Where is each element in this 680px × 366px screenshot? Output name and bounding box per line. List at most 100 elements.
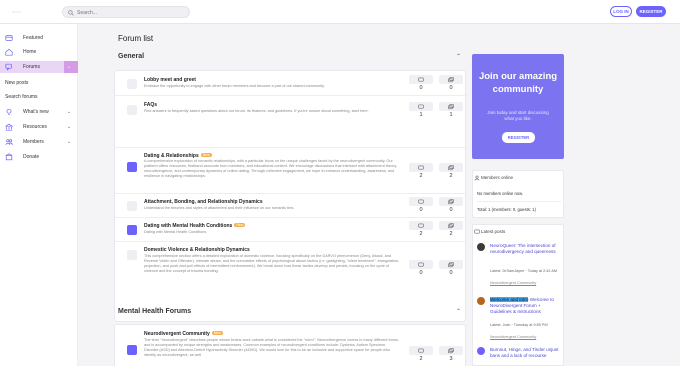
threads-stat: 1: [409, 102, 433, 121]
messages-icon: [448, 347, 454, 353]
threads-stat: 2: [409, 221, 433, 240]
search-icon: [68, 9, 74, 16]
login-button[interactable]: LOG IN: [610, 6, 632, 17]
chevron-up-icon[interactable]: ⌃: [456, 308, 461, 315]
threads-icon: [418, 223, 424, 227]
search-bar[interactable]: [62, 6, 190, 18]
sidebar-item-label: Resources: [23, 124, 47, 130]
forum-row-dating[interactable]: Dating & Relationships New A comprehensiv…: [115, 147, 467, 193]
post-prefix-label: Welcome and Intro: [490, 297, 529, 302]
messages-stat-box: [439, 346, 463, 355]
register-button[interactable]: REGISTER: [636, 6, 666, 17]
join-community-promo: Join our amazing community Join today an…: [472, 54, 564, 159]
promo-register-button[interactable]: REGISTER: [502, 132, 535, 143]
sidebar-item-forums[interactable]: Forums ⌄: [0, 61, 78, 73]
search-input[interactable]: [77, 8, 187, 17]
forum-row-mental-health[interactable]: Dating with Mental Health Conditions New …: [115, 217, 467, 241]
forum-title-text[interactable]: Neurodivergent Community: [144, 331, 210, 337]
threads-stat: 0: [409, 75, 433, 94]
widget-title: Latest posts: [481, 229, 506, 234]
forum-row-attachment[interactable]: Attachment, Bonding, and Relationship Dy…: [115, 193, 467, 217]
threads-count: 0: [419, 85, 423, 91]
sidebar-item-featured[interactable]: Featured: [0, 32, 78, 44]
section-title-general: General: [118, 53, 145, 60]
sidebar-item-label: New posts: [5, 80, 29, 86]
messages-icon: [448, 103, 454, 109]
forum-description: Understand the theories and styles of at…: [144, 206, 295, 210]
sidebar-item-search-forums[interactable]: Search forums: [0, 91, 78, 103]
forum-icon-new: [127, 345, 137, 355]
threads-icon: [418, 348, 424, 352]
messages-count: 0: [449, 207, 453, 213]
forum-title[interactable]: Dating with Mental Health Conditions New: [144, 223, 246, 229]
post-forum-link[interactable]: Neurodivergent Community: [490, 335, 536, 339]
messages-stat: 1: [439, 102, 463, 121]
sidebar-item-whats-new[interactable]: What's new ⌄: [0, 106, 78, 118]
post-title[interactable]: NeuroQueer: The intersection of neurodiv…: [490, 243, 562, 255]
avatar[interactable]: [477, 297, 485, 305]
sidebar-item-label: Home: [23, 49, 37, 55]
messages-icon: [448, 261, 454, 267]
forum-row-neurodivergent[interactable]: Neurodivergent Community New The term "ne…: [115, 325, 467, 366]
site-logo[interactable]: [12, 6, 52, 18]
forum-card-mental-health: Neurodivergent Community New The term "ne…: [114, 324, 466, 366]
messages-count: 0: [449, 85, 453, 91]
threads-count: 2: [419, 173, 423, 179]
forum-title[interactable]: Neurodivergent Community New: [144, 331, 223, 337]
threads-stat: 0: [409, 197, 433, 216]
sidebar-item-donate[interactable]: Donate: [0, 151, 78, 163]
messages-icon: [448, 76, 454, 82]
threads-count: 2: [419, 356, 423, 362]
messages-stat: 2: [439, 163, 463, 182]
latest-posts-widget: Latest posts NeuroQueer: The intersectio…: [472, 224, 564, 366]
chevron-down-icon[interactable]: ⌄: [67, 124, 71, 130]
forum-description: Embrace the opportunity to engage with o…: [144, 84, 325, 88]
threads-count: 1: [419, 112, 423, 118]
post-title[interactable]: Burnout, Hinge, and Tinder unjust bans a…: [490, 347, 562, 359]
threads-stat-box: [409, 102, 433, 111]
forum-title[interactable]: Lobby meet and greet: [144, 77, 196, 83]
messages-icon: [448, 164, 454, 170]
forum-description: The term "neurodivergent" describes peop…: [144, 338, 399, 357]
forum-title[interactable]: Attachment, Bonding, and Relationship Dy…: [144, 199, 263, 205]
sidebar-item-resources[interactable]: Resources ⌄: [0, 121, 78, 133]
chevron-down-icon[interactable]: ⌄: [67, 64, 71, 70]
messages-stat-box: [439, 221, 463, 230]
threads-count: 0: [419, 207, 423, 213]
chevron-down-icon[interactable]: ⌄: [67, 139, 71, 145]
post-title[interactable]: Welcome and Intro Welcome to NeuroDiverg…: [490, 297, 562, 315]
messages-stat-box: [439, 102, 463, 111]
avatar[interactable]: [477, 243, 485, 251]
forum-title[interactable]: FAQs: [144, 102, 157, 108]
sidebar-item-label: Donate: [23, 154, 40, 160]
forum-icon: [127, 79, 137, 89]
forum-description: This comprehensive section offers a deta…: [144, 254, 400, 273]
top-bar: LOG IN REGISTER: [0, 0, 680, 24]
featured-icon: [5, 35, 13, 41]
messages-stat: 3: [439, 346, 463, 365]
messages-count: 3: [449, 356, 453, 362]
forum-row-lobby[interactable]: Lobby meet and greet Embrace the opportu…: [115, 71, 467, 95]
donate-icon: [5, 153, 13, 161]
latest-posts-icon: [474, 229, 480, 234]
forum-row-faqs[interactable]: FAQs Find answers to frequently asked qu…: [115, 95, 467, 131]
sidebar-item-home[interactable]: Home: [0, 46, 78, 58]
members-icon: [5, 139, 13, 145]
members-total-text: Total: 1 (members: 0, guests: 1): [477, 207, 536, 212]
threads-icon: [418, 104, 424, 108]
chevron-down-icon[interactable]: ⌄: [67, 109, 71, 115]
sidebar-item-members[interactable]: Members ⌄: [0, 136, 78, 148]
messages-stat: 0: [439, 197, 463, 216]
forum-row-domestic-violence[interactable]: Domestic Violence & Relationship Dynamic…: [115, 241, 467, 293]
sidebar-item-new-posts[interactable]: New posts: [0, 77, 78, 89]
forum-title-text[interactable]: Dating with Mental Health Conditions: [144, 223, 232, 229]
chevron-up-icon[interactable]: ⌃: [456, 53, 461, 60]
divider: [477, 201, 561, 202]
post-forum-link[interactable]: Neurodivergent Community: [490, 281, 536, 285]
home-icon: [5, 48, 13, 56]
messages-stat-box: [439, 197, 463, 206]
section-title-mental-health: Mental Health Forums: [118, 308, 192, 315]
threads-icon: [418, 165, 424, 169]
avatar[interactable]: [477, 347, 485, 355]
forum-title[interactable]: Domestic Violence & Relationship Dynamic…: [144, 247, 250, 253]
